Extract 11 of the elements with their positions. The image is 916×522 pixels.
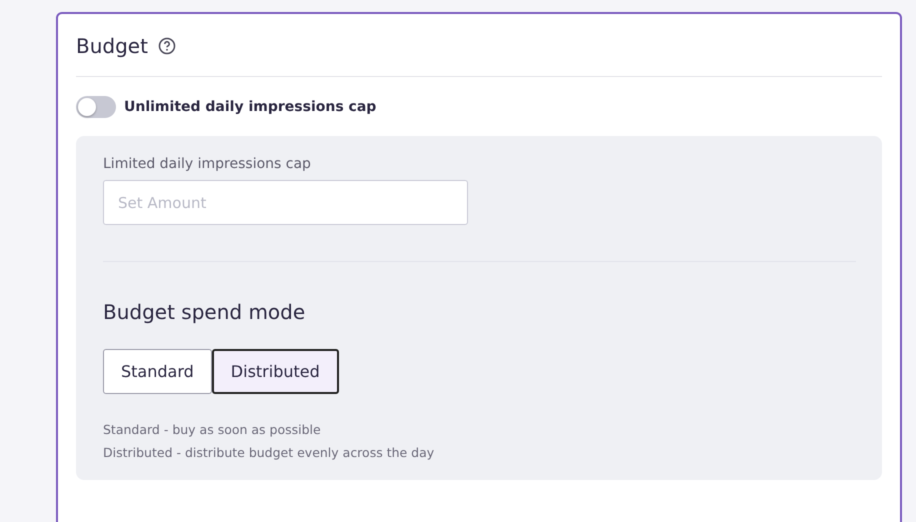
- toggle-switch[interactable]: [76, 96, 116, 118]
- help-icon[interactable]: [158, 37, 176, 55]
- help-text: Distributed - distribute budget evenly across the day: [103, 445, 436, 460]
- field-label: Limited daily impressions cap: [103, 156, 312, 172]
- mode-option[interactable]: Standard: [103, 349, 212, 394]
- amount-input[interactable]: Set Amount: [103, 180, 468, 225]
- toggle-label: Unlimited daily impressions cap: [124, 99, 376, 115]
- section-heading: Budget spend mode: [103, 300, 306, 324]
- mode-option[interactable]: Distributed: [212, 349, 339, 394]
- section-title: Budget: [76, 34, 148, 58]
- help-text: Standard - buy as soon as possible: [103, 422, 322, 437]
